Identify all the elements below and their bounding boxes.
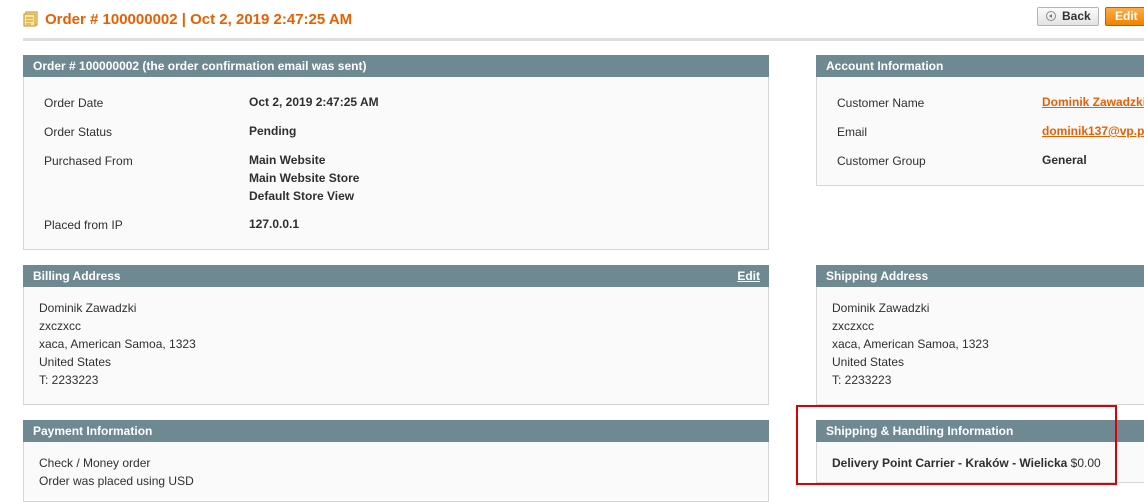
billing-address-title: Billing Address [33, 269, 121, 283]
billing-line: Dominik Zawadzki [39, 301, 137, 315]
back-button[interactable]: Back [1037, 7, 1099, 26]
account-info-box: Account Information Customer Name Domini… [816, 55, 1144, 186]
billing-address-box: Billing Address Edit Dominik Zawadzki zx… [23, 265, 769, 405]
page-header: Order # 100000002 | Oct 2, 2019 2:47:25 … [23, 7, 1144, 41]
shipping-address-body: Dominik Zawadzki zxczxcc xaca, American … [816, 287, 1144, 405]
customer-name-label: Customer Name [837, 96, 925, 110]
payment-info-heading: Payment Information [23, 420, 769, 442]
account-info-body: Customer Name Dominik Zawadzki Email dom… [816, 77, 1144, 186]
shipping-address-heading: Shipping Address [816, 265, 1144, 287]
edit-button-label: Edit [1115, 9, 1138, 23]
order-date-value: Oct 2, 2019 2:47:25 AM [249, 95, 379, 109]
placed-from-ip-value: 127.0.0.1 [249, 217, 300, 231]
payment-currency-note: Order was placed using USD [39, 474, 194, 488]
shipping-line: Dominik Zawadzki [832, 301, 930, 315]
back-arrow-icon [1046, 11, 1056, 21]
purchased-from-store: Main Website Store [249, 171, 360, 185]
shipping-line: xaca, American Samoa, 1323 [832, 337, 989, 351]
billing-line: United States [39, 355, 112, 369]
account-info-heading: Account Information [816, 55, 1144, 77]
purchased-from-label: Purchased From [44, 154, 133, 168]
customer-email-link[interactable]: dominik137@vp.p [1042, 124, 1144, 138]
purchased-from-website: Main Website [249, 153, 326, 167]
order-status-value: Pending [249, 124, 297, 138]
order-document-icon [23, 11, 38, 27]
billing-line: xaca, American Samoa, 1323 [39, 337, 196, 351]
shipping-line: T: 2233223 [832, 373, 892, 387]
page-title: Order # 100000002 | Oct 2, 2019 2:47:25 … [45, 11, 353, 28]
customer-group-label: Customer Group [837, 154, 926, 168]
payment-info-box: Payment Information Check / Money order … [23, 420, 769, 502]
order-info-heading: Order # 100000002 (the order confirmatio… [23, 55, 769, 77]
billing-line: zxczxcc [39, 319, 81, 333]
order-info-box: Order # 100000002 (the order confirmatio… [23, 55, 769, 250]
placed-from-ip-label: Placed from IP [44, 218, 123, 232]
customer-name-link[interactable]: Dominik Zawadzki [1042, 95, 1144, 109]
shipping-address-box: Shipping Address Dominik Zawadzki zxczxc… [816, 265, 1144, 405]
purchased-from-store-view: Default Store View [249, 189, 355, 203]
billing-line: T: 2233223 [39, 373, 99, 387]
order-info-body: Order Date Oct 2, 2019 2:47:25 AM Order … [23, 77, 769, 250]
order-status-label: Order Status [44, 125, 113, 139]
back-button-label: Back [1062, 9, 1091, 23]
customer-group-value: General [1042, 153, 1087, 167]
order-date-label: Order Date [44, 96, 104, 110]
billing-address-heading: Billing Address Edit [23, 265, 769, 287]
email-label: Email [837, 125, 868, 139]
payment-info-body: Check / Money order Order was placed usi… [23, 442, 769, 502]
billing-edit-link[interactable]: Edit [737, 265, 760, 287]
shipping-line: zxczxcc [832, 319, 874, 333]
shipping-line: United States [832, 355, 905, 369]
payment-method: Check / Money order [39, 456, 151, 470]
edit-order-button[interactable]: Edit [1105, 7, 1144, 26]
billing-address-body: Dominik Zawadzki zxczxcc xaca, American … [23, 287, 769, 405]
highlight-rectangle [796, 405, 1117, 485]
